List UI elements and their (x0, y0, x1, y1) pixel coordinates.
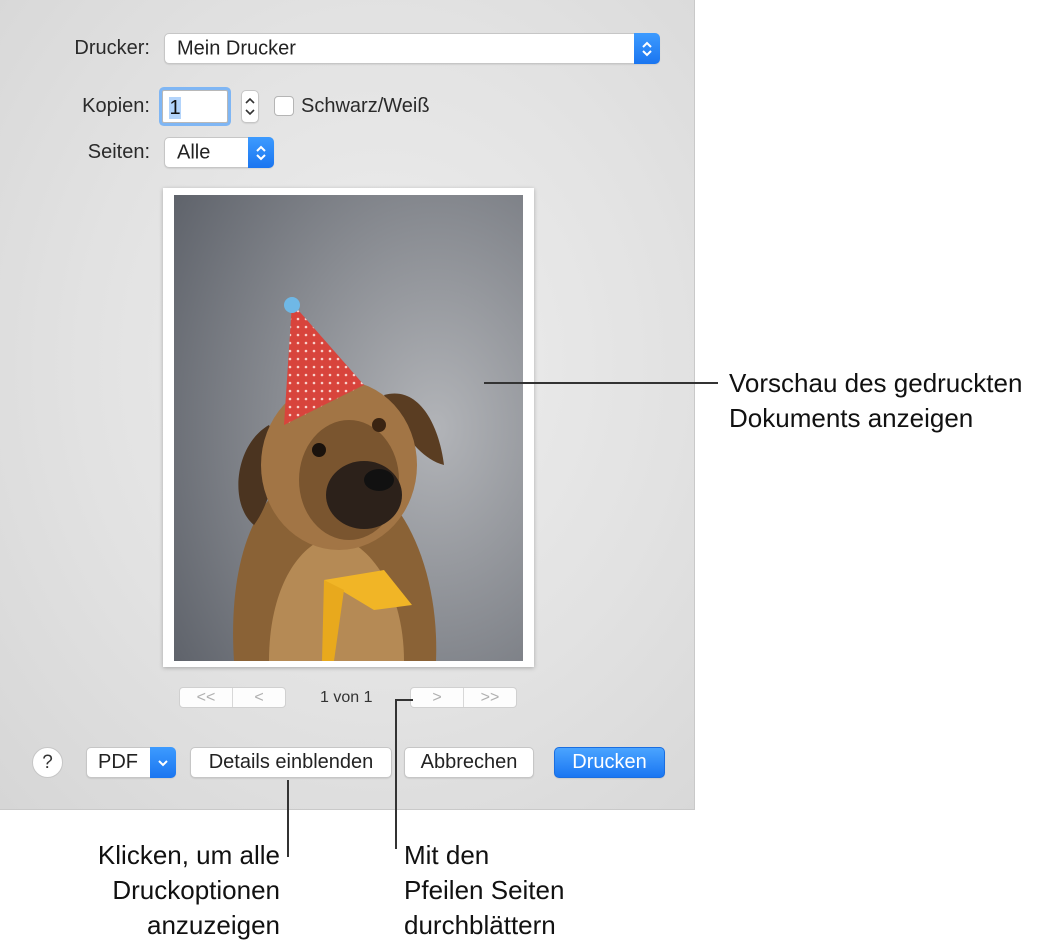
print-dialog: Drucker: Mein Drucker Kopien: 1 Schwarz/… (0, 0, 695, 810)
callout-preview: Vorschau des gedruckten Dokuments anzeig… (729, 366, 1022, 436)
last-page-button[interactable]: >> (463, 688, 516, 707)
pages-select[interactable]: Alle (164, 137, 274, 168)
callout-details-line2: Druckoptionen (112, 875, 280, 905)
help-button[interactable]: ? (32, 747, 63, 778)
page-indicator: 1 von 1 (320, 689, 373, 706)
dog-photo (174, 195, 523, 661)
copies-field[interactable]: 1 (162, 90, 228, 123)
callout-line-details (287, 780, 289, 857)
callout-pager-line1: Mit den (404, 840, 490, 870)
select-arrows-icon (634, 33, 660, 64)
callout-pager-line2: Pfeilen Seiten (404, 875, 565, 905)
callout-details: Klicken, um alle Druckoptionen anzuzeige… (40, 838, 280, 943)
print-button[interactable]: Drucken (554, 747, 665, 778)
pager-forward-group: > >> (410, 687, 517, 708)
cancel-button[interactable]: Abbrechen (404, 747, 534, 778)
next-page-button[interactable]: > (411, 688, 463, 707)
copies-label: Kopien: (82, 95, 150, 117)
bw-label: Schwarz/Weiß (301, 95, 430, 117)
stepper-arrows-icon (245, 97, 255, 116)
pdf-menu-button[interactable]: PDF (86, 747, 176, 778)
callout-details-line3: anzuzeigen (147, 910, 280, 940)
pdf-label: PDF (98, 751, 138, 773)
print-preview (163, 188, 534, 667)
callout-preview-line2: Dokuments anzeigen (729, 403, 974, 433)
pages-label: Seiten: (87, 141, 150, 163)
printer-select[interactable]: Mein Drucker (164, 33, 660, 64)
show-details-button[interactable]: Details einblenden (190, 747, 392, 778)
pages-value: Alle (177, 141, 211, 163)
printer-value: Mein Drucker (177, 37, 296, 59)
prev-page-button[interactable]: < (232, 688, 285, 707)
copies-stepper[interactable] (241, 90, 259, 123)
callout-line-preview (484, 382, 718, 384)
callout-line-pager-hook (395, 699, 413, 701)
callout-pager-line3: durchblättern (404, 910, 556, 940)
printer-label: Drucker: (74, 37, 150, 59)
chevron-down-icon (150, 747, 176, 778)
select-arrows-icon (248, 137, 274, 168)
callout-line-pager (395, 699, 397, 849)
callout-pager: Mit den Pfeilen Seiten durchblättern (404, 838, 564, 943)
pager-back-group: << < (179, 687, 286, 708)
callout-preview-line1: Vorschau des gedruckten (729, 368, 1023, 398)
copies-value: 1 (169, 97, 181, 119)
callout-details-line1: Klicken, um alle (97, 840, 280, 870)
bw-checkbox[interactable] (274, 96, 294, 116)
first-page-button[interactable]: << (180, 688, 232, 707)
